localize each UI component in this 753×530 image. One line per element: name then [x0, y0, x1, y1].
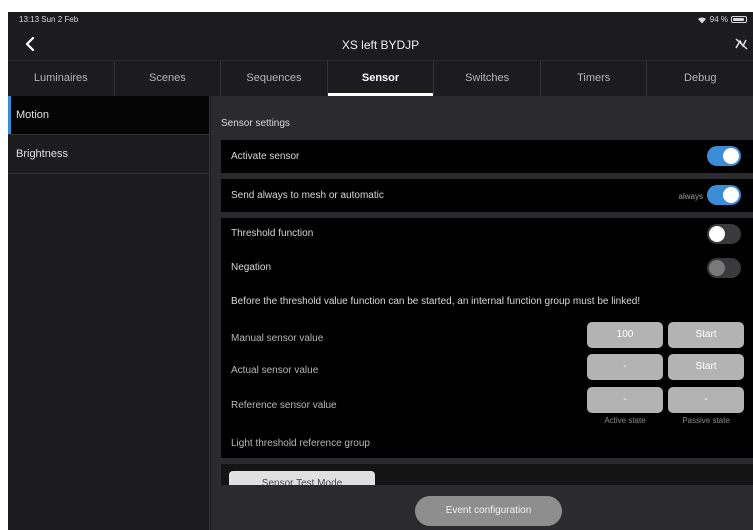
sidebar-item-brightness[interactable]: Brightness	[8, 135, 209, 174]
tab-timers[interactable]: Timers	[541, 61, 648, 96]
section-title: Sensor settings	[221, 118, 290, 129]
manual-sensor-value-field[interactable]: 100	[587, 322, 663, 348]
navigation-bar: XS left BYDJP	[8, 29, 753, 60]
reference-sensor-value-label: Reference sensor value	[231, 400, 337, 411]
light-threshold-group-label: Light threshold reference group	[231, 438, 370, 449]
manual-sensor-value-label: Manual sensor value	[231, 333, 324, 344]
tab-luminaires[interactable]: Luminaires	[8, 61, 115, 96]
actual-sensor-value-field: -	[587, 354, 663, 380]
event-configuration-button[interactable]: Event configuration	[415, 496, 562, 526]
wifi-icon	[697, 16, 706, 23]
send-always-hint: always	[678, 192, 703, 201]
sidebar: Motion Brightness	[8, 96, 210, 530]
sidebar-item-motion[interactable]: Motion	[8, 96, 209, 135]
passive-state-caption: Passive state	[682, 416, 730, 425]
battery-percentage: 94 %	[709, 15, 728, 24]
send-always-label: Send always to mesh or automatic	[231, 190, 384, 201]
status-time: 13:13 Sun 2 Feb	[19, 15, 79, 24]
threshold-notice: Before the threshold value function can …	[231, 296, 641, 307]
tab-scenes[interactable]: Scenes	[115, 61, 222, 96]
send-always-row: Send always to mesh or automatic always	[221, 179, 753, 212]
reference-passive-field[interactable]: -	[668, 387, 744, 413]
tab-debug[interactable]: Debug	[647, 61, 753, 96]
active-state-caption: Active state	[604, 416, 646, 425]
status-indicators: 94 %	[697, 15, 747, 24]
activate-sensor-row: Activate sensor	[221, 140, 753, 173]
tab-sensor[interactable]: Sensor	[327, 61, 435, 96]
tab-bar: Luminaires Scenes Sequences Sensor Switc…	[8, 60, 753, 96]
sensor-settings-panel: Sensor settings Activate sensor Send alw…	[211, 96, 753, 530]
status-bar: 13:13 Sun 2 Feb 94 %	[8, 12, 753, 29]
threshold-function-label: Threshold function	[231, 228, 314, 239]
actual-start-button[interactable]: Start	[668, 354, 744, 380]
actual-sensor-value-label: Actual sensor value	[231, 365, 319, 376]
activate-sensor-toggle[interactable]	[707, 146, 741, 166]
tab-sequences[interactable]: Sequences	[221, 61, 328, 96]
negation-toggle[interactable]	[707, 258, 741, 278]
tablet-screen: 13:13 Sun 2 Feb 94 % XS left BYDJP Lumin…	[8, 12, 753, 530]
tab-switches[interactable]: Switches	[434, 61, 541, 96]
activate-sensor-label: Activate sensor	[231, 151, 300, 162]
manual-start-button[interactable]: Start	[668, 322, 744, 348]
threshold-card: Threshold function Negation Before the t…	[221, 218, 753, 458]
negation-label: Negation	[231, 262, 272, 273]
bottom-bar: Event configuration	[211, 485, 753, 530]
send-always-toggle[interactable]	[707, 185, 741, 205]
mesh-disconnected-icon[interactable]	[733, 37, 749, 51]
battery-icon	[731, 16, 747, 23]
reference-active-field[interactable]: -	[587, 387, 663, 413]
page-title: XS left BYDJP	[341, 38, 420, 52]
threshold-function-toggle[interactable]	[707, 224, 741, 244]
